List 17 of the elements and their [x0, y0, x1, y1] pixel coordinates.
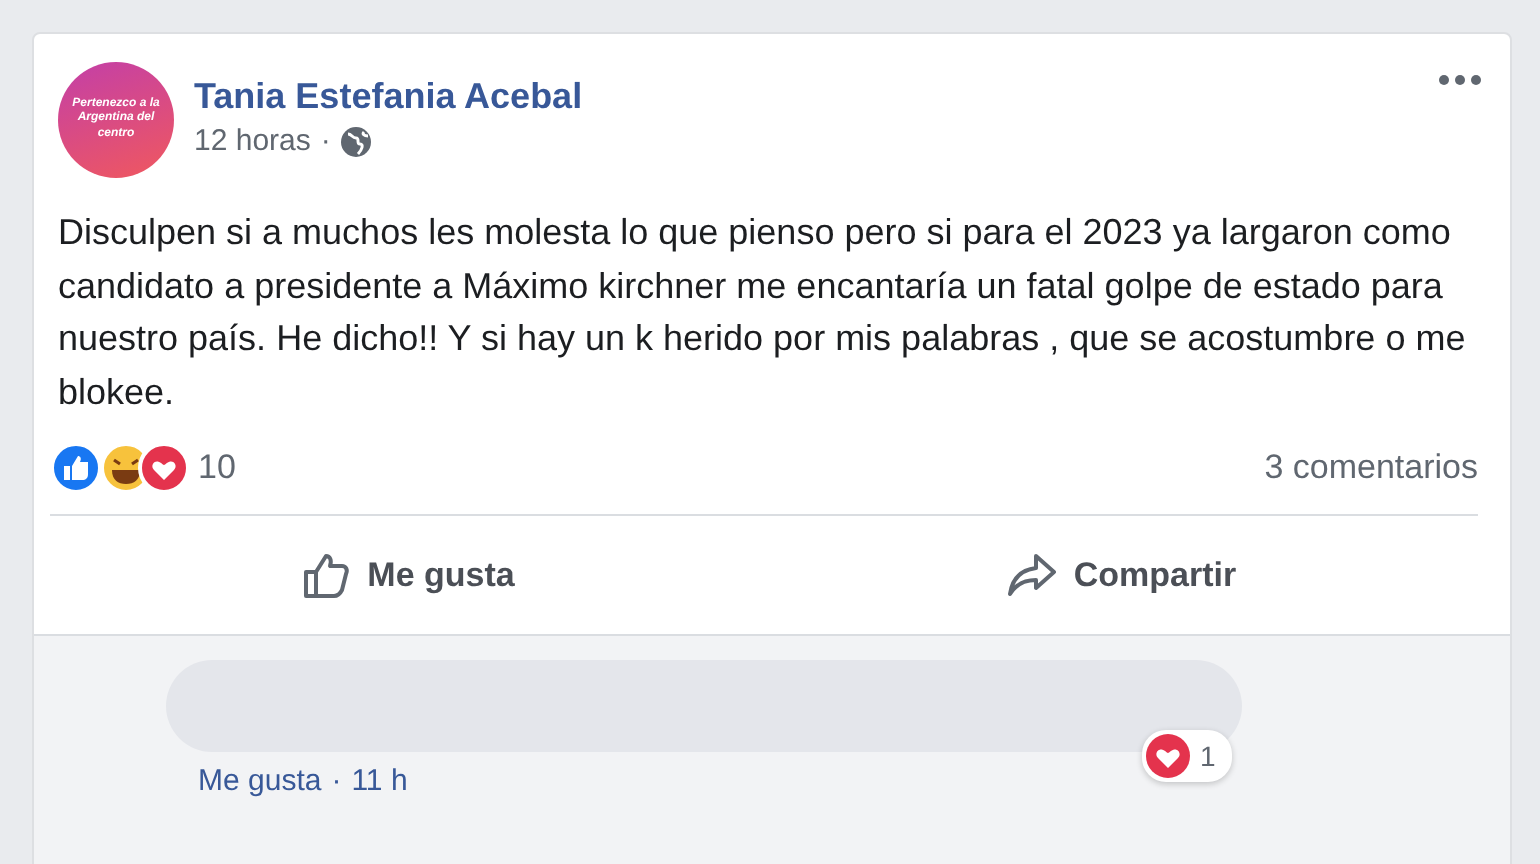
comment-time[interactable]: 11 h: [351, 760, 408, 805]
comment-reaction-badge[interactable]: 1: [1142, 730, 1232, 782]
separator-dot: ·: [331, 762, 342, 802]
post-text: Disculpen si a muchos les molesta lo que pienso pero si para el 2023 ya largaron como candidato a presidente a Máximo kirchner me encantaría un fatal golpe de estado para nuestro país. He dicho!! Y si hay un k herido por mis palabras , que se acostumbre o me blokee.: [56, 210, 1468, 415]
author-name[interactable]: Tania Estefania Acebal: [194, 75, 583, 120]
share-arrow-icon: [1005, 551, 1058, 599]
share-button[interactable]: Compartir: [764, 516, 1478, 634]
thumbs-up-icon: [299, 549, 352, 601]
reaction-icons[interactable]: [50, 442, 190, 494]
comment-count[interactable]: 3 comentarios: [1264, 442, 1478, 494]
comment-like-link[interactable]: Me gusta: [198, 760, 322, 805]
more-options-icon[interactable]: [1438, 74, 1482, 86]
post-time[interactable]: 12 horas: [194, 119, 311, 165]
globe-icon: [340, 125, 373, 158]
separator-dot: ·: [320, 121, 331, 162]
like-button[interactable]: Me gusta: [50, 516, 764, 634]
reaction-count[interactable]: 10: [198, 442, 236, 494]
